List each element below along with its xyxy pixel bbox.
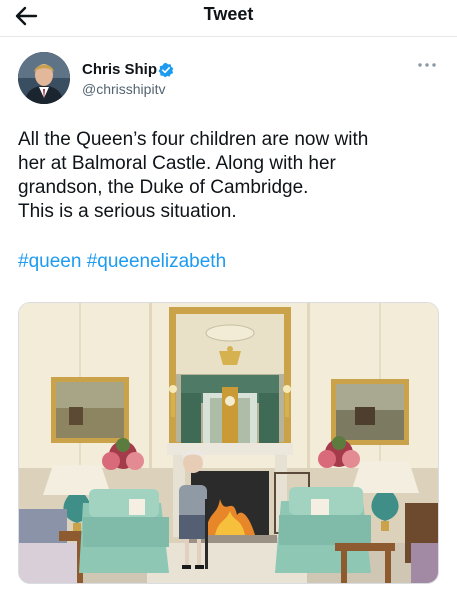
more-dots-icon[interactable] <box>416 58 438 72</box>
avatar[interactable] <box>18 52 70 104</box>
top-bar: Tweet <box>0 0 457 34</box>
author-name[interactable]: Chris Ship <box>82 61 157 78</box>
tweet-line: All the Queen’s four children are now wi… <box>18 129 369 150</box>
tweet-text: All the Queen’s four children are now wi… <box>18 128 446 224</box>
avatar-image <box>18 52 70 104</box>
author-handle[interactable]: @chrisshipitv <box>82 81 165 97</box>
tweet-line: This is a serious situation. <box>18 201 237 222</box>
tweet-photo[interactable] <box>18 302 439 584</box>
hashtags: #queen #queenelizabeth <box>18 250 226 274</box>
page-title: Tweet <box>203 4 254 24</box>
hashtag-queenelizabeth[interactable]: #queenelizabeth <box>87 251 226 272</box>
tweet-line: her at Balmoral Castle. Along with her <box>18 153 336 174</box>
hashtag-queen[interactable]: #queen <box>18 251 81 272</box>
drawing-room-photo <box>19 303 438 583</box>
verified-badge-icon <box>158 62 174 78</box>
tweet-line: grandson, the Duke of Cambridge. <box>18 177 309 198</box>
header-divider <box>0 36 457 37</box>
